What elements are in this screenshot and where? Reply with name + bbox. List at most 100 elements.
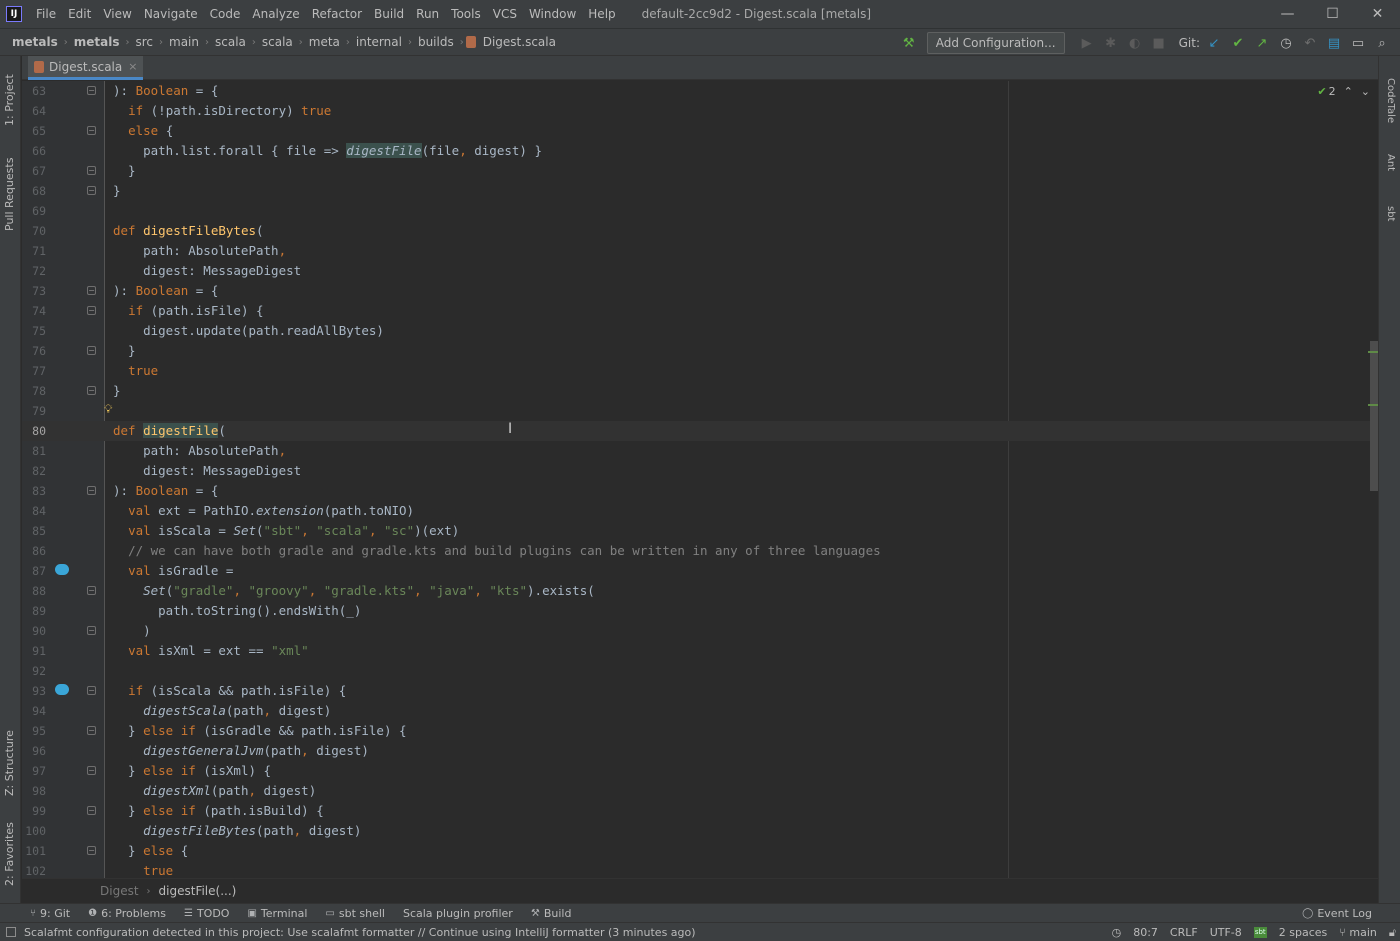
menu-view[interactable]: View xyxy=(97,0,137,28)
git-commit-icon[interactable]: ✔ xyxy=(1226,31,1250,55)
fold-toggle-icon[interactable]: − xyxy=(87,586,96,595)
code-line[interactable]: 74 − if (path.isFile) { xyxy=(22,301,1378,321)
git-push-icon[interactable]: ↗ xyxy=(1250,31,1274,55)
git-branch[interactable]: ⑂ main xyxy=(1339,926,1377,939)
tool-window-terminal[interactable]: ▣ Terminal xyxy=(238,907,316,920)
code-line[interactable]: 90 − ) xyxy=(22,621,1378,641)
code-text[interactable]: true xyxy=(113,861,173,878)
code-line[interactable]: 84 val ext = PathIO.extension(path.toNIO… xyxy=(22,501,1378,521)
breadcrumb-item[interactable]: metals xyxy=(70,35,124,49)
menu-refactor[interactable]: Refactor xyxy=(306,0,368,28)
code-line[interactable]: 100 digestFileBytes(path, digest) xyxy=(22,821,1378,841)
code-text[interactable]: ): Boolean = { xyxy=(113,81,218,101)
run-icon[interactable]: ▶ xyxy=(1075,31,1099,55)
tool-window-todo[interactable]: ☰ TODO xyxy=(175,907,238,920)
code-text[interactable]: digest: MessageDigest xyxy=(113,261,301,281)
code-text[interactable]: def digestFileBytes( xyxy=(113,221,264,241)
code-text[interactable]: val isXml = ext == "xml" xyxy=(113,641,309,661)
code-line[interactable]: 65 − else { xyxy=(22,121,1378,141)
code-text[interactable]: ): Boolean = { xyxy=(113,281,218,301)
fold-toggle-icon[interactable]: − xyxy=(87,726,96,735)
menu-help[interactable]: Help xyxy=(582,0,621,28)
tool-tab-pull-requests[interactable]: Pull Requests xyxy=(0,158,21,321)
code-line[interactable]: 64 if (!path.isDirectory) true xyxy=(22,101,1378,121)
code-text[interactable]: digestScala(path, digest) xyxy=(113,701,331,721)
code-text[interactable]: } xyxy=(113,181,121,201)
close-window-button[interactable]: ✕ xyxy=(1355,0,1400,28)
tool-window-scala-plugin-profiler[interactable]: Scala plugin profiler xyxy=(394,907,522,920)
next-highlight-icon[interactable]: ⌄ xyxy=(1361,85,1370,98)
add-configuration-button[interactable]: Add Configuration... xyxy=(926,32,1065,54)
code-line[interactable]: 85 val isScala = Set("sbt", "scala", "sc… xyxy=(22,521,1378,541)
code-line[interactable]: 102 true xyxy=(22,861,1378,878)
code-text[interactable]: digest.update(path.readAllBytes) xyxy=(113,321,384,341)
rollback-icon[interactable]: ↶ xyxy=(1298,31,1322,55)
breadcrumb-item[interactable]: metals xyxy=(0,35,62,49)
build-hammer-icon[interactable]: ⚒ xyxy=(897,31,921,55)
file-encoding[interactable]: UTF-8 xyxy=(1210,926,1242,939)
current-code-line[interactable]: 80 def digestFile( xyxy=(22,421,1378,441)
previous-highlight-icon[interactable]: ⌃ xyxy=(1344,85,1353,98)
code-line[interactable]: 76 − } xyxy=(22,341,1378,361)
review-comment-icon[interactable] xyxy=(55,564,69,575)
fold-toggle-icon[interactable]: − xyxy=(87,86,96,95)
code-text[interactable]: } else if (isXml) { xyxy=(113,761,271,781)
fold-toggle-icon[interactable]: − xyxy=(87,686,96,695)
code-line[interactable]: 68 −} xyxy=(22,181,1378,201)
intention-bulb-icon[interactable]: 💡︎ xyxy=(104,402,112,417)
breadcrumb-item[interactable]: Digest.scala xyxy=(465,35,560,49)
code-line[interactable]: 101 − } else { xyxy=(22,841,1378,861)
code-text[interactable]: path.toString().endsWith(_) xyxy=(113,601,361,621)
menu-tools[interactable]: Tools xyxy=(445,0,487,28)
event-log-button[interactable]: ◯ Event Log xyxy=(1302,904,1372,923)
code-line[interactable]: 97 − } else if (isXml) { xyxy=(22,761,1378,781)
code-line[interactable]: 91 val isXml = ext == "xml" xyxy=(22,641,1378,661)
menu-build[interactable]: Build xyxy=(368,0,410,28)
tool-windows-toggle-icon[interactable] xyxy=(6,927,16,937)
breadcrumb-method[interactable]: digestFile(...) xyxy=(159,884,237,898)
code-text[interactable]: if (path.isFile) { xyxy=(113,301,263,321)
coverage-icon[interactable]: ◐ xyxy=(1123,31,1147,55)
code-text[interactable]: } xyxy=(113,161,136,181)
editor-scrollbar-thumb[interactable] xyxy=(1370,341,1378,491)
code-text[interactable]: } xyxy=(113,381,121,401)
fold-toggle-icon[interactable]: − xyxy=(87,766,96,775)
tool-window-sbt-shell[interactable]: ▭ sbt shell xyxy=(316,907,394,920)
code-line[interactable]: 96 digestGeneralJvm(path, digest) xyxy=(22,741,1378,761)
fold-toggle-icon[interactable]: − xyxy=(87,486,96,495)
fold-toggle-icon[interactable]: − xyxy=(87,346,96,355)
change-marker[interactable] xyxy=(1368,404,1378,406)
code-line[interactable]: 87 val isGradle = xyxy=(22,561,1378,581)
minimize-button[interactable]: — xyxy=(1265,0,1310,28)
code-line[interactable]: 79 💡︎ xyxy=(22,401,1378,421)
fold-toggle-icon[interactable]: − xyxy=(87,846,96,855)
status-message[interactable]: Scalafmt configuration detected in this … xyxy=(24,926,696,939)
tab-digest-scala[interactable]: Digest.scala × xyxy=(28,56,144,80)
code-line[interactable]: 75 digest.update(path.readAllBytes) xyxy=(22,321,1378,341)
menu-vcs[interactable]: VCS xyxy=(487,0,523,28)
code-text[interactable]: path: AbsolutePath, xyxy=(113,241,286,261)
tool-tab-codetale[interactable]: CodeTale xyxy=(1383,78,1400,123)
code-line[interactable]: 83 −): Boolean = { xyxy=(22,481,1378,501)
code-text[interactable]: digestXml(path, digest) xyxy=(113,781,316,801)
code-text[interactable]: } xyxy=(113,341,136,361)
code-text[interactable]: digest: MessageDigest xyxy=(113,461,301,481)
code-text[interactable]: ) xyxy=(113,621,151,641)
code-line[interactable]: 93 − if (isScala && path.isFile) { xyxy=(22,681,1378,701)
close-tab-icon[interactable]: × xyxy=(128,60,137,73)
review-comment-icon[interactable] xyxy=(55,684,69,695)
menu-window[interactable]: Window xyxy=(523,0,582,28)
code-line[interactable]: 86 // we can have both gradle and gradle… xyxy=(22,541,1378,561)
code-text[interactable]: // we can have both gradle and gradle.kt… xyxy=(113,541,881,561)
fold-toggle-icon[interactable]: − xyxy=(87,286,96,295)
code-line[interactable]: 71 path: AbsolutePath, xyxy=(22,241,1378,261)
code-line[interactable]: 82 digest: MessageDigest xyxy=(22,461,1378,481)
code-line[interactable]: 66 path.list.forall { file => digestFile… xyxy=(22,141,1378,161)
code-line[interactable]: 88 − Set("gradle", "groovy", "gradle.kts"… xyxy=(22,581,1378,601)
code-line[interactable]: 81 path: AbsolutePath, xyxy=(22,441,1378,461)
code-text[interactable]: val isScala = Set("sbt", "scala", "sc")(… xyxy=(113,521,459,541)
code-text[interactable]: if (!path.isDirectory) true xyxy=(113,101,331,121)
breadcrumb-item[interactable]: meta xyxy=(305,35,344,49)
menu-analyze[interactable]: Analyze xyxy=(246,0,305,28)
breadcrumb-item[interactable]: builds xyxy=(414,35,458,49)
